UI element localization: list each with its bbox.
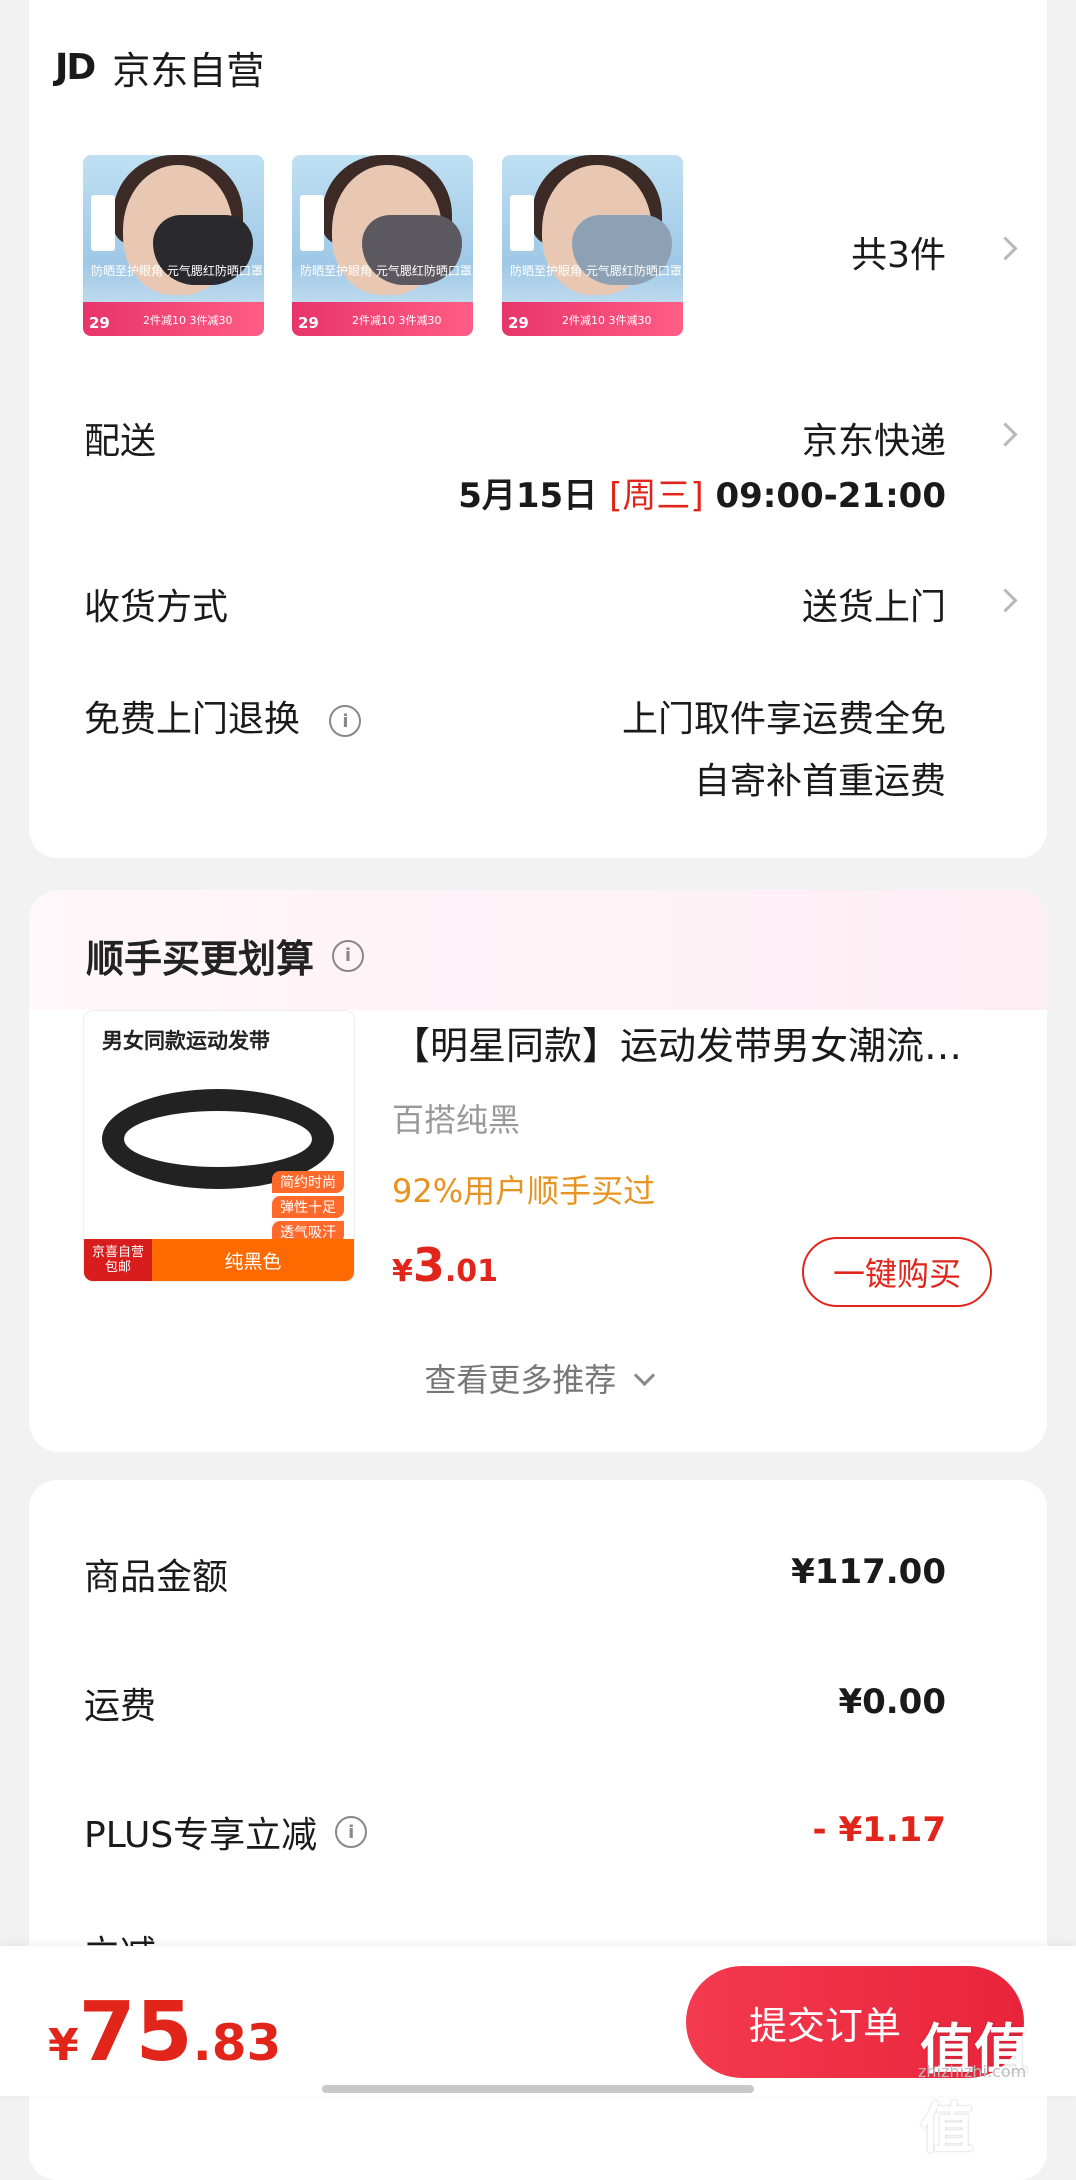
price-integer: 3 xyxy=(412,1238,445,1292)
info-icon[interactable]: i xyxy=(329,705,362,737)
recommend-product-image[interactable]: 男女同款运动发带 简约时尚 弹性十足 透气吸汗 京喜自营 包邮 纯黑色 xyxy=(83,1010,355,1282)
thumb-promo: 2件减10 3件减30 xyxy=(143,314,233,327)
recommend-social-proof: 92%用户顺手买过 xyxy=(392,1172,656,1210)
partial-row-label: 立减 xyxy=(84,1925,156,1947)
shop-name: 京东自营 xyxy=(112,49,265,93)
home-indicator[interactable] xyxy=(322,2085,754,2093)
product-thumbnail[interactable]: 防晒至护眼角 元气腮红防晒口罩 29 2件减10 3件减30 xyxy=(292,155,473,336)
image-tags: 简约时尚 弹性十足 透气吸汗 xyxy=(272,1171,344,1243)
watermark: 值值值 xyxy=(920,2018,1028,2160)
thumb-promo: 2件减10 3件减30 xyxy=(562,314,652,327)
submit-order-label: 提交订单 xyxy=(748,2003,901,2048)
image-tag: 简约时尚 xyxy=(272,1171,344,1193)
receive-method-label: 收货方式 xyxy=(84,587,229,628)
recommend-price: ¥3.01 xyxy=(392,1238,498,1292)
delivery-date: 5月15日 xyxy=(458,476,598,516)
plus-discount-label: PLUS专享立减 xyxy=(84,1815,318,1856)
see-more-recommend[interactable]: 查看更多推荐 xyxy=(0,1355,1076,1401)
shipping-label: 运费 xyxy=(84,1686,157,1727)
thumb-promo: 2件减10 3件减30 xyxy=(352,314,442,327)
delivery-carrier[interactable]: 京东快递 xyxy=(802,412,946,464)
recommend-product-name[interactable]: 【明星同款】运动发带男女潮流健身跑步止汗带 xyxy=(392,1015,982,1070)
product-thumbnail[interactable]: 防晒至护眼角 元气腮红防晒口罩 29 2件减10 3件减30 xyxy=(83,155,264,336)
delivery-label: 配送 xyxy=(84,421,157,462)
recommend-title: 顺手买更划算 xyxy=(86,937,315,981)
total-integer: 75 xyxy=(78,1985,193,2080)
plus-discount-value: - ¥1.17 xyxy=(812,1810,947,1850)
shop-header: JD 京东自营 xyxy=(55,40,264,95)
goods-amount-value: ¥117.00 xyxy=(791,1552,946,1592)
one-click-buy-button[interactable]: 一键购买 xyxy=(802,1237,992,1307)
chevron-down-icon xyxy=(633,1364,655,1387)
delivery-time[interactable]: 5月15日 [周三] 09:00-21:00 xyxy=(458,468,946,517)
thumb-price: 29 xyxy=(89,314,110,332)
total-decimal: .83 xyxy=(192,2014,282,2072)
thumb-caption: 防晒至护眼角 元气腮红防晒口罩 xyxy=(510,264,682,278)
free-return-line2: 自寄补首重运费 xyxy=(693,761,946,802)
image-color: 纯黑色 xyxy=(224,1250,282,1273)
shipping-value: ¥0.00 xyxy=(838,1682,946,1722)
info-icon[interactable]: i xyxy=(335,1816,368,1848)
recommend-product-spec: 百搭纯黑 xyxy=(392,1101,521,1139)
plus-discount-row: PLUS专享立减 i xyxy=(84,1806,368,1858)
watermark-url: zhizhizhi.com xyxy=(918,2062,1027,2081)
image-title: 男女同款运动发带 xyxy=(102,1029,270,1053)
product-thumbnail[interactable]: 防晒至护眼角 元气腮红防晒口罩 29 2件减10 3件减30 xyxy=(502,155,683,336)
recommend-title-row: 顺手买更划算 i xyxy=(86,928,365,983)
receive-method-value[interactable]: 送货上门 xyxy=(802,578,946,630)
goods-amount-label: 商品金额 xyxy=(84,1557,229,1598)
delivery-weekday: [周三] xyxy=(609,476,704,516)
free-return-line1: 上门取件享运费全免 xyxy=(621,699,946,740)
thumb-price: 29 xyxy=(508,314,529,332)
image-badge: 京喜自营 包邮 xyxy=(84,1239,152,1281)
thumb-caption: 防晒至护眼角 元气腮红防晒口罩 xyxy=(300,264,472,278)
info-icon[interactable]: i xyxy=(332,939,365,972)
price-decimal: .01 xyxy=(444,1254,499,1289)
delivery-window: 09:00-21:00 xyxy=(715,476,946,516)
image-tag: 弹性十足 xyxy=(272,1196,344,1218)
thumb-caption: 防晒至护眼角 元气腮红防晒口罩 xyxy=(91,264,263,278)
item-count[interactable]: 共3件 xyxy=(851,226,946,278)
price-currency: ¥ xyxy=(392,1254,413,1289)
see-more-label: 查看更多推荐 xyxy=(424,1361,617,1399)
jd-logo: JD xyxy=(55,47,96,88)
free-return-row: 免费上门退换 i xyxy=(84,690,362,742)
total-currency: ¥ xyxy=(48,2020,79,2071)
free-return-label: 免费上门退换 xyxy=(84,699,301,740)
total-price: ¥75.83 xyxy=(48,1985,281,2080)
thumb-price: 29 xyxy=(298,314,319,332)
